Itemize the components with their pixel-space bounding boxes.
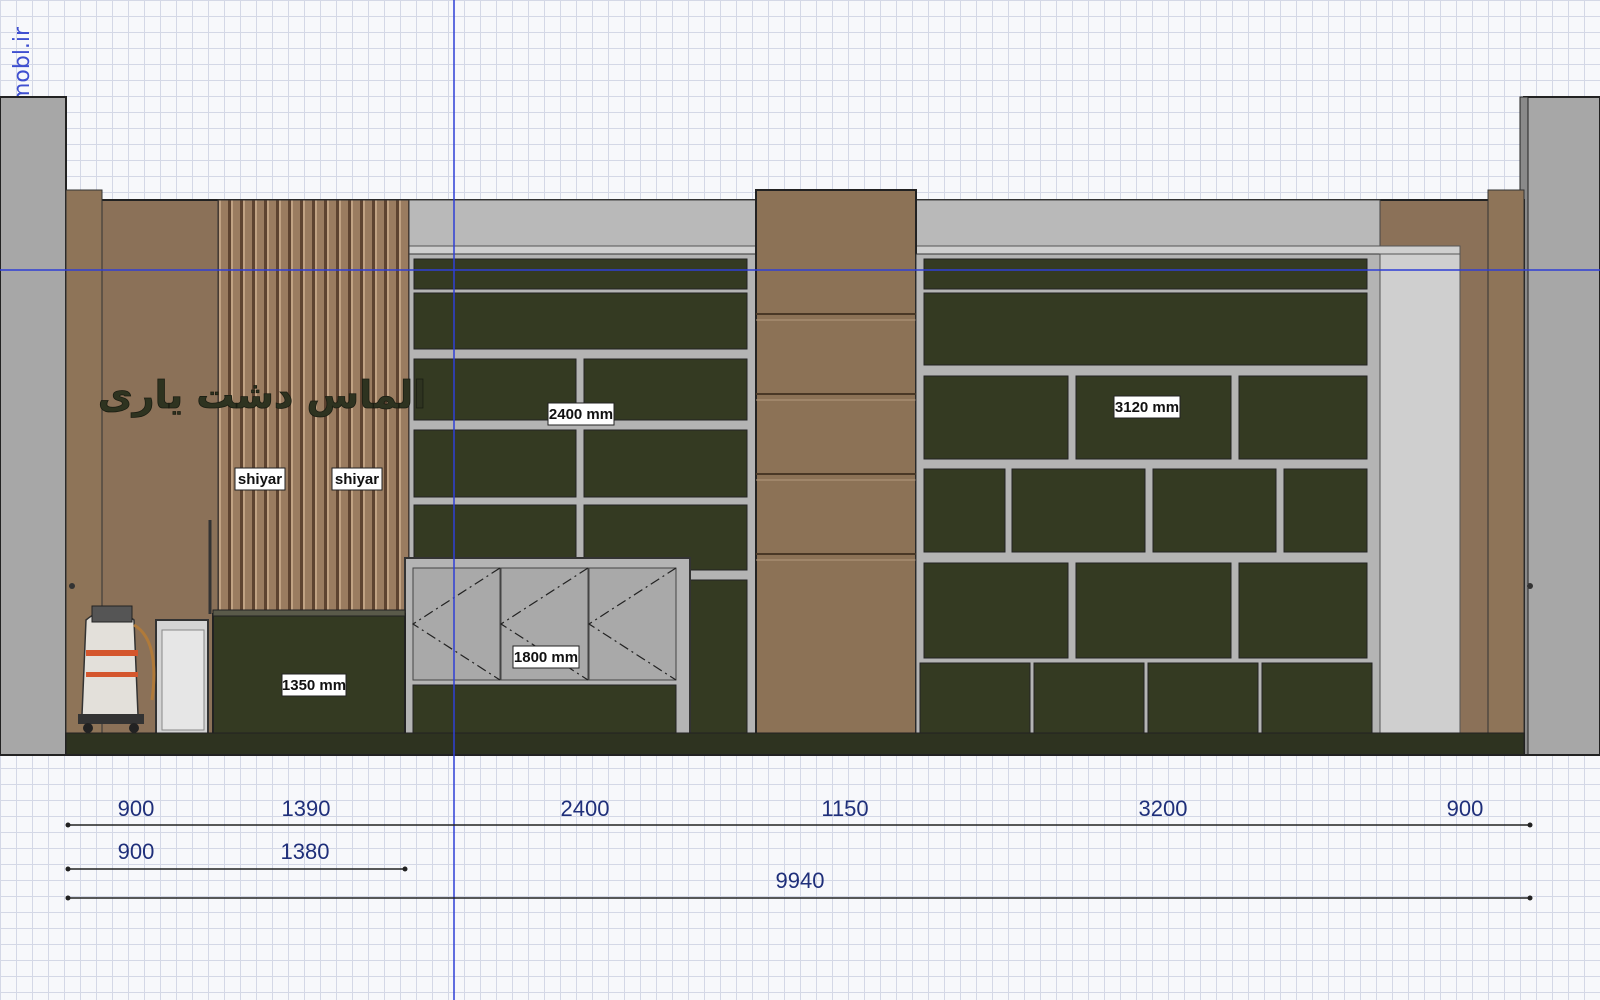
svg-text:1350 mm: 1350 mm — [282, 677, 346, 694]
dim-row2-1: 1380 — [281, 839, 330, 864]
top-fascia-base — [404, 245, 1461, 255]
top-fascia-right — [915, 199, 1381, 249]
label-left-shelves: 2400 mm — [547, 402, 615, 426]
label-display-case: 1800 mm — [512, 645, 580, 669]
top-fascia-left — [408, 199, 757, 249]
label-right-shelves: 3120 mm — [1113, 395, 1181, 419]
dim-row1-3: 1150 — [821, 796, 868, 821]
dim-row1-0: 900 — [118, 796, 155, 821]
dim-row1-1: 1390 — [282, 796, 331, 821]
svg-text:shiyar: shiyar — [238, 471, 282, 488]
side-cabinet-inner — [161, 629, 205, 731]
right-wall-trim — [1487, 189, 1525, 756]
dim-row1-5: 900 — [1447, 796, 1484, 821]
counter-top — [212, 609, 406, 617]
svg-text:shiyar: shiyar — [335, 471, 379, 488]
dimension-line-row2 — [65, 866, 408, 872]
dim-row1-2: 2400 — [561, 796, 610, 821]
right-door-knob — [1527, 583, 1533, 589]
dimension-line-row1 — [65, 822, 1533, 828]
dim-row1-4: 3200 — [1139, 796, 1188, 821]
dimension-line-total — [65, 895, 1533, 901]
dim-row2-0: 900 — [118, 839, 155, 864]
svg-text:2400 mm: 2400 mm — [549, 406, 613, 423]
left-side-column — [0, 96, 67, 756]
svg-text:1800 mm: 1800 mm — [514, 649, 578, 666]
right-shelving-unit — [915, 253, 1381, 756]
label-slat-left: shiyar — [234, 467, 286, 491]
label-slat-right: shiyar — [331, 467, 383, 491]
center-wood-column — [755, 189, 917, 756]
right-side-column — [1523, 96, 1600, 756]
floor-base-strip — [65, 732, 1525, 756]
label-counter: 1350 mm — [281, 673, 347, 697]
right-light-panel — [1379, 253, 1461, 735]
dim-total: 9940 — [776, 868, 825, 893]
left-door-knob — [69, 583, 75, 589]
store-sign-text: الماس دشت یاری — [98, 373, 426, 417]
elevation-drawing: الماس دشت یاری shiyar shiyar 1350 mm 240… — [0, 0, 1600, 1000]
svg-text:3120 mm: 3120 mm — [1115, 399, 1179, 416]
